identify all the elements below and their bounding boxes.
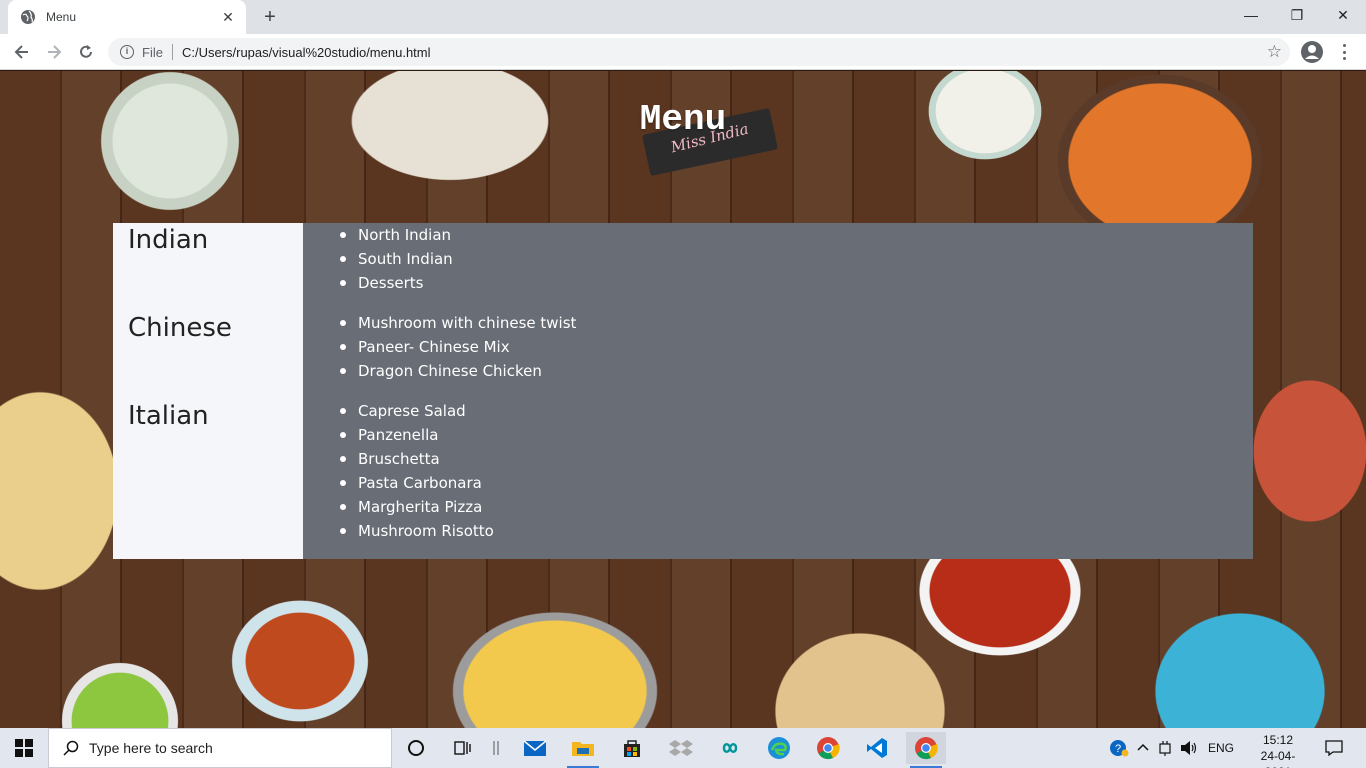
arrow-left-icon: [14, 45, 28, 59]
omnibox-divider: [171, 44, 173, 60]
windows-logo-icon: [15, 739, 33, 757]
taskbar-search[interactable]: Type here to search: [48, 728, 392, 768]
volume-icon[interactable]: [1180, 740, 1198, 756]
close-window-button[interactable]: ✕: [1320, 0, 1366, 30]
dropbox-icon[interactable]: [661, 732, 701, 764]
reload-icon: [80, 45, 92, 58]
italian-items: Caprese Salad Panzenella Bruschetta Past…: [340, 399, 494, 543]
address-bar[interactable]: i File C:/Users/rupas/visual%20studio/me…: [108, 38, 1290, 66]
category-italian: Italian: [128, 401, 209, 431]
list-item: North Indian: [340, 223, 453, 247]
svg-text:?: ?: [1115, 743, 1121, 755]
list-item: Desserts: [340, 271, 453, 295]
url-text[interactable]: C:/Users/rupas/visual%20studio/menu.html: [182, 45, 431, 60]
chrome-icon[interactable]: [808, 732, 848, 764]
edge-icon[interactable]: [759, 732, 799, 764]
list-item: South Indian: [340, 247, 453, 271]
list-item: Pasta Carbonara: [340, 471, 494, 495]
file-explorer-icon[interactable]: [563, 732, 603, 768]
help-icon[interactable]: ?: [1108, 737, 1130, 759]
mail-icon[interactable]: [515, 732, 555, 764]
cortana-icon[interactable]: [396, 732, 436, 764]
indian-items: North Indian South Indian Desserts: [340, 223, 453, 295]
arrow-right-icon: [48, 45, 62, 59]
browser-toolbar: i File C:/Users/rupas/visual%20studio/me…: [0, 34, 1366, 70]
clock[interactable]: 15:12 24-04-2021: [1250, 732, 1306, 768]
category-indian: Indian: [128, 225, 209, 255]
back-button[interactable]: [10, 40, 34, 64]
forward-button[interactable]: [42, 40, 66, 64]
search-placeholder: Type here to search: [89, 740, 213, 756]
category-chinese: Chinese: [128, 313, 232, 343]
clock-time: 15:12: [1262, 733, 1294, 747]
list-item: Panzenella: [340, 423, 494, 447]
chevron-up-icon[interactable]: [1136, 741, 1150, 755]
search-icon: [63, 740, 79, 756]
notification-icon[interactable]: [1314, 732, 1354, 764]
list-item: Bruschetta: [340, 447, 494, 471]
tab-close-icon[interactable]: ✕: [220, 9, 236, 26]
info-icon[interactable]: i: [120, 45, 134, 59]
arduino-icon[interactable]: [710, 732, 750, 764]
reload-button[interactable]: [74, 40, 98, 64]
category-column: Indian Chinese Italian: [113, 223, 303, 559]
minimize-button[interactable]: —: [1228, 0, 1274, 30]
browser-tab[interactable]: Menu ✕: [8, 0, 246, 34]
browser-menu-icon[interactable]: [1336, 42, 1352, 62]
chrome-active-icon[interactable]: [906, 732, 946, 768]
start-button[interactable]: [0, 728, 48, 768]
list-item: Margherita Pizza: [340, 495, 494, 519]
profile-avatar-icon[interactable]: [1300, 40, 1324, 64]
vscode-icon[interactable]: [857, 732, 897, 764]
list-item: Mushroom with chinese twist: [340, 311, 576, 335]
browser-tab-strip: Menu ✕ + — ❐ ✕: [0, 0, 1366, 34]
separator-icon: [476, 732, 516, 764]
restore-button[interactable]: ❐: [1274, 0, 1320, 30]
power-plug-icon[interactable]: [1158, 740, 1172, 756]
page-viewport: Miss India Menu Indian Chinese Italian N…: [0, 71, 1366, 728]
clock-date: 24-04-2021: [1260, 749, 1296, 768]
chinese-items: Mushroom with chinese twist Paneer- Chin…: [340, 311, 576, 383]
menu-panel: Indian Chinese Italian North Indian Sout…: [113, 223, 1253, 559]
store-icon[interactable]: [612, 732, 652, 764]
language-indicator[interactable]: ENG: [1208, 741, 1234, 755]
star-icon[interactable]: ☆: [1267, 43, 1282, 61]
system-tray: ? ENG: [1108, 728, 1234, 768]
scheme-label: File: [142, 44, 163, 60]
list-item: Dragon Chinese Chicken: [340, 359, 576, 383]
tab-title: Menu: [46, 10, 77, 24]
list-item: Paneer- Chinese Mix: [340, 335, 576, 359]
page-title: Menu: [639, 99, 727, 140]
list-item: Caprese Salad: [340, 399, 494, 423]
list-item: Mushroom Risotto: [340, 519, 494, 543]
windows-taskbar: Type here to search ? ENG 15:12 24-04-: [0, 728, 1366, 768]
globe-icon: [21, 10, 35, 24]
new-tab-button[interactable]: +: [258, 5, 282, 29]
